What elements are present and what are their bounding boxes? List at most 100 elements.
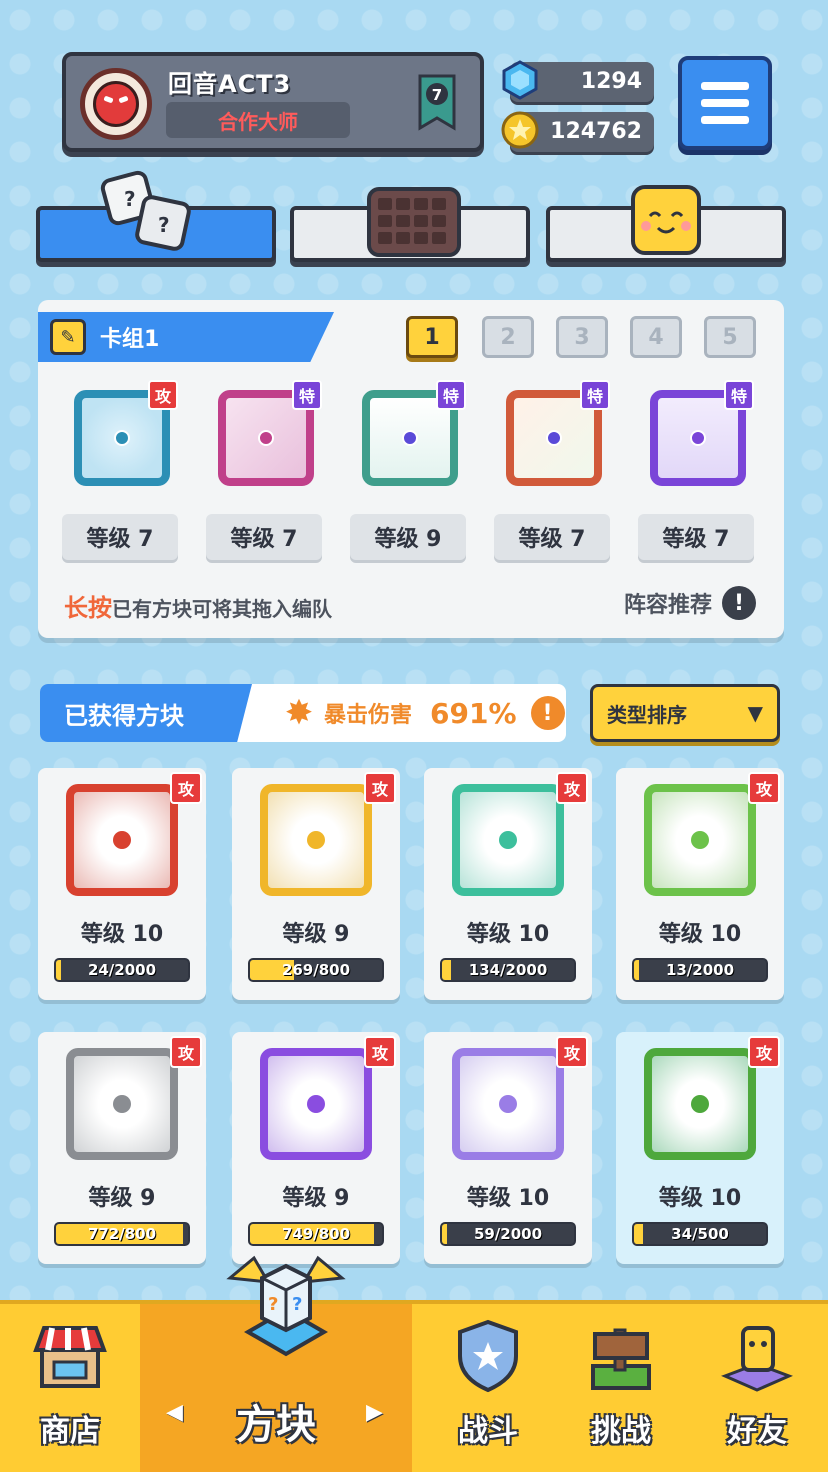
block-card[interactable]: 攻等级 10 134/2000	[424, 768, 592, 1000]
crit-info-icon[interactable]: !	[530, 696, 565, 730]
nav-friends[interactable]: 好友	[686, 1304, 828, 1472]
block-level: 等级 9	[88, 1186, 156, 1211]
progress-text: 134/2000	[468, 961, 548, 979]
block-frame	[644, 784, 756, 896]
menu-line-icon	[701, 99, 749, 107]
edit-pencil-icon[interactable]: ✎	[50, 319, 86, 355]
attack-tag: 攻	[556, 1036, 588, 1068]
obtained-title: 已获得方块	[40, 684, 252, 742]
svg-text:?: ?	[292, 1294, 302, 1315]
crit-damage-stat[interactable]: ✸ 暴击伤害 691% !	[280, 690, 565, 736]
upgrade-progress-bar: 13/2000	[632, 958, 768, 982]
special-tag: 特	[292, 380, 322, 410]
block-level: 等级 10	[80, 922, 164, 947]
block-frame	[452, 1048, 564, 1160]
sort-dropdown[interactable]: 类型排序 ▼	[590, 684, 780, 742]
attack-tag: 攻	[748, 1036, 780, 1068]
block-card[interactable]: 攻等级 10 24/2000	[38, 768, 206, 1000]
deck-slot-1[interactable]: 1	[406, 316, 458, 358]
block-level: 等级 10	[466, 1186, 550, 1211]
block-core-dot	[114, 430, 130, 446]
special-tag: 特	[724, 380, 754, 410]
nav-shop[interactable]: 商店	[0, 1304, 140, 1472]
svg-text:?: ?	[124, 187, 136, 211]
dice-icon: ? ?	[100, 170, 191, 251]
block-frame	[452, 784, 564, 896]
avatar[interactable]	[80, 68, 152, 140]
deck-slot-2[interactable]: 2	[482, 316, 534, 358]
deck-card[interactable]: 特	[206, 380, 322, 500]
challenge-sign-icon	[591, 1328, 651, 1390]
svg-text:?: ?	[158, 213, 170, 237]
shop-icon	[33, 1326, 107, 1388]
block-card[interactable]: 攻等级 10 34/500	[616, 1032, 784, 1264]
hint-text: 已有方块可将其拖入编队	[112, 597, 332, 621]
deck-card-level: 等级 7	[638, 514, 754, 560]
progress-text: 269/800	[281, 961, 351, 979]
upgrade-progress-bar: 749/800	[248, 1222, 384, 1246]
rank-badge-icon[interactable]: 7	[416, 72, 458, 132]
block-frame	[260, 1048, 372, 1160]
deck-panel: ✎ 卡组1 1 2 3 4 5 攻 特 特 特 特 等级 7 等级 7 等级 9…	[38, 300, 784, 638]
gem-count: 1294	[580, 69, 642, 94]
sort-label: 类型排序	[607, 702, 687, 727]
attack-tag: 攻	[364, 1036, 396, 1068]
block-core-dot	[307, 1095, 325, 1113]
player-title: 合作大师	[166, 102, 350, 138]
block-level: 等级 10	[658, 922, 742, 947]
deck-card[interactable]: 特	[350, 380, 466, 500]
attack-tag: 攻	[556, 772, 588, 804]
upgrade-progress-bar: 24/2000	[54, 958, 190, 982]
block-card[interactable]: 攻等级 9 269/800	[232, 768, 400, 1000]
menu-line-icon	[701, 116, 749, 124]
progress-text: 749/800	[281, 1225, 351, 1243]
deck-slot-5[interactable]: 5	[704, 316, 756, 358]
drag-hint: 长按已有方块可将其拖入编队	[64, 588, 332, 623]
coin-count: 124762	[550, 119, 642, 144]
board-grid-icon	[367, 187, 461, 257]
upgrade-progress-bar: 59/2000	[440, 1222, 576, 1246]
block-card[interactable]: 攻等级 10 13/2000	[616, 768, 784, 1000]
deck-card-level: 等级 9	[350, 514, 466, 560]
attack-tag: 攻	[170, 1036, 202, 1068]
upgrade-progress-bar: 34/500	[632, 1222, 768, 1246]
deck-card[interactable]: 特	[494, 380, 610, 500]
recommend-label: 阵容推荐	[623, 593, 712, 618]
profile-panel[interactable]: 回音ACT3 合作大师 7	[62, 52, 484, 152]
lineup-recommend-button[interactable]: 阵容推荐 !	[624, 586, 756, 620]
progress-text: 34/500	[671, 1225, 729, 1243]
gem-icon	[502, 60, 538, 100]
nav-next-arrow-icon[interactable]: ▶	[366, 1400, 383, 1425]
nav-blocks-label: 方块	[236, 1402, 316, 1448]
block-core-dot	[691, 831, 709, 849]
nav-prev-arrow-icon[interactable]: ◀	[166, 1400, 183, 1425]
block-frame	[260, 784, 372, 896]
nav-shop-label: 商店	[40, 1414, 100, 1449]
special-tag: 特	[580, 380, 610, 410]
deck-slot-3[interactable]: 3	[556, 316, 608, 358]
upgrade-progress-bar: 134/2000	[440, 958, 576, 982]
block-card[interactable]: 攻等级 9 749/800	[232, 1032, 400, 1264]
block-core-dot	[113, 1095, 131, 1113]
friends-character-icon	[721, 1326, 793, 1392]
nav-battle[interactable]: 战斗	[420, 1304, 556, 1472]
block-core-dot	[258, 430, 274, 446]
special-tag: 特	[436, 380, 466, 410]
attack-tag: 攻	[748, 772, 780, 804]
nav-battle-label: 战斗	[458, 1414, 518, 1449]
block-card[interactable]: 攻等级 10 59/2000	[424, 1032, 592, 1264]
block-frame	[66, 1048, 178, 1160]
block-card[interactable]: 攻等级 9 772/800	[38, 1032, 206, 1264]
nav-challenge[interactable]: 挑战	[556, 1304, 686, 1472]
progress-text: 24/2000	[87, 961, 157, 979]
deck-slot-4[interactable]: 4	[630, 316, 682, 358]
block-core-dot	[499, 1095, 517, 1113]
menu-button[interactable]	[678, 56, 772, 150]
deck-card[interactable]: 攻	[62, 380, 178, 500]
battle-shield-icon	[458, 1319, 518, 1393]
deck-card-level: 等级 7	[494, 514, 610, 560]
block-core-dot	[113, 831, 131, 849]
deck-card[interactable]: 特	[638, 380, 754, 500]
block-core-dot	[690, 430, 706, 446]
player-name: 回音ACT3	[168, 70, 292, 98]
